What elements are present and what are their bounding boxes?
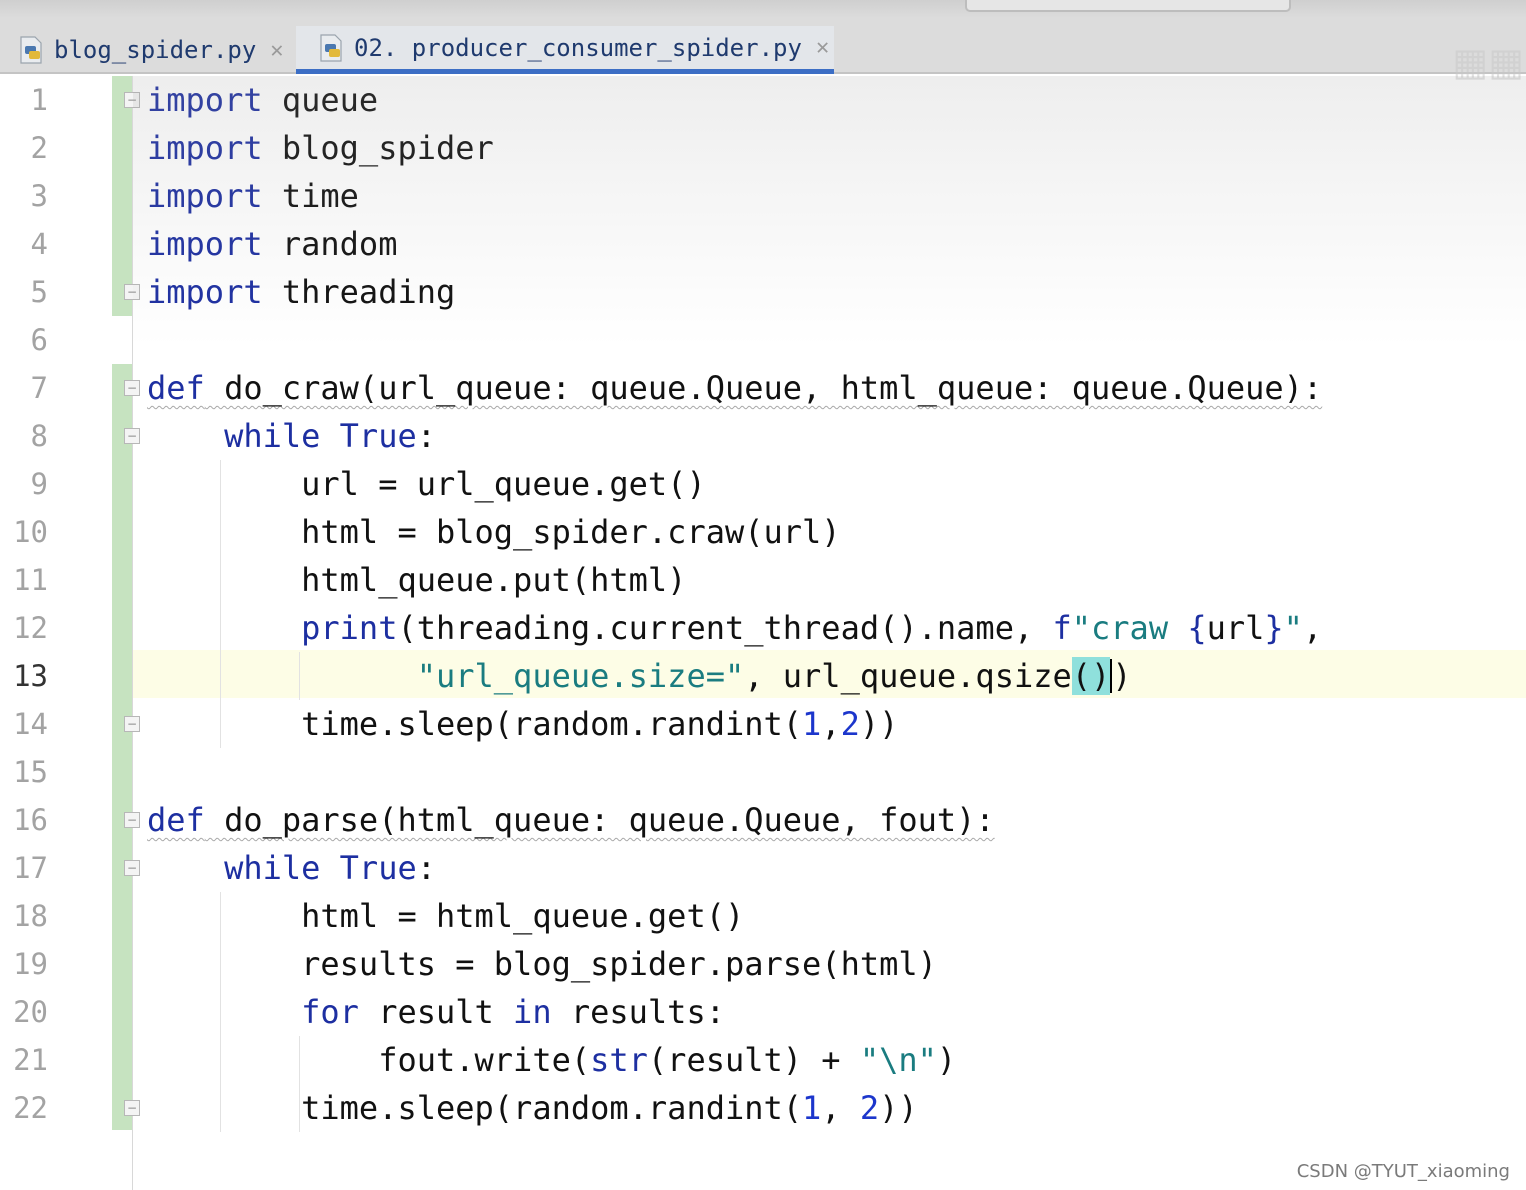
line-number: 9 — [30, 467, 48, 501]
code-line-20[interactable]: for result in results: — [147, 988, 725, 1036]
line-number: 17 — [13, 851, 48, 885]
line-number: 4 — [30, 227, 48, 261]
line-number: 19 — [13, 947, 48, 981]
close-icon[interactable]: ✕ — [270, 38, 283, 63]
fold-marker-icon[interactable]: − — [124, 284, 140, 300]
toolbar-field[interactable] — [965, 0, 1291, 12]
line-number: 2 — [30, 131, 48, 165]
code-line-14[interactable]: time.sleep(random.randint(1,2)) — [147, 700, 898, 748]
python-file-icon — [318, 33, 346, 63]
code-line-3[interactable]: import time — [147, 172, 359, 220]
code-line-17[interactable]: while True: — [147, 844, 436, 892]
code-line-18[interactable]: html = html_queue.get() — [147, 892, 744, 940]
code-line-7[interactable]: def do_craw(url_queue: queue.Queue, html… — [147, 364, 1322, 412]
gutter-divider — [132, 76, 133, 1190]
fold-marker-icon[interactable]: − — [124, 92, 140, 108]
line-number: 10 — [13, 515, 48, 549]
tab-blog-spider[interactable]: blog_spider.py ✕ — [18, 26, 290, 74]
line-number: 6 — [30, 323, 48, 357]
line-number: 18 — [13, 899, 48, 933]
code-line-10[interactable]: html = blog_spider.craw(url) — [147, 508, 840, 556]
line-number: 15 — [13, 755, 48, 789]
text-cursor — [1110, 659, 1113, 693]
line-number: 21 — [13, 1043, 48, 1077]
code-line-4[interactable]: import random — [147, 220, 397, 268]
fold-marker-icon[interactable]: − — [124, 716, 140, 732]
line-number: 22 — [13, 1091, 48, 1125]
code-line-12[interactable]: print(threading.current_thread().name, f… — [147, 604, 1322, 652]
code-line-2[interactable]: import blog_spider — [147, 124, 494, 172]
code-line-8[interactable]: while True: — [147, 412, 436, 460]
fold-marker-icon[interactable]: − — [124, 428, 140, 444]
line-number: 3 — [30, 179, 48, 213]
line-number-gutter: 1 2 3 4 5 6 7 8 9 10 11 12 13 14 15 16 1… — [0, 76, 112, 1190]
line-number: 7 — [30, 371, 48, 405]
code-line-21[interactable]: fout.write(str(result) + "\n") — [147, 1036, 956, 1084]
fold-marker-icon[interactable]: − — [124, 860, 140, 876]
line-number: 16 — [13, 803, 48, 837]
line-number: 11 — [13, 563, 48, 597]
line-number: 8 — [30, 419, 48, 453]
code-line-5[interactable]: import threading — [147, 268, 455, 316]
close-icon[interactable]: ✕ — [816, 35, 829, 60]
code-line-11[interactable]: html_queue.put(html) — [147, 556, 686, 604]
fold-marker-icon[interactable]: − — [124, 1100, 140, 1116]
tab-label: 02. producer_consumer_spider.py — [354, 33, 802, 62]
tab-label: blog_spider.py — [54, 36, 257, 64]
editor-tab-bar: blog_spider.py ✕ 02. producer_consumer_s… — [0, 18, 1526, 84]
vcs-change-marker[interactable] — [112, 76, 133, 316]
line-number: 1 — [30, 83, 48, 117]
line-number-current: 13 — [13, 659, 48, 693]
code-line-22[interactable]: time.sleep(random.randint(1, 2)) — [147, 1084, 918, 1132]
fold-marker-icon[interactable]: − — [124, 380, 140, 396]
line-number: 5 — [30, 275, 48, 309]
python-file-icon — [18, 35, 46, 65]
watermark: CSDN @TYUT_xiaoming — [1296, 1161, 1510, 1182]
top-strip — [0, 0, 1526, 18]
line-number: 20 — [13, 995, 48, 1029]
code-line-16[interactable]: def do_parse(html_queue: queue.Queue, fo… — [147, 796, 995, 844]
vcs-change-marker[interactable] — [112, 364, 133, 1130]
line-number: 12 — [13, 611, 48, 645]
code-line-1[interactable]: import queue — [147, 76, 378, 124]
code-line-9[interactable]: url = url_queue.get() — [147, 460, 706, 508]
code-line-13[interactable]: "url_queue.size=", url_queue.qsize()) — [147, 652, 1132, 700]
code-editor[interactable]: 1 2 3 4 5 6 7 8 9 10 11 12 13 14 15 16 1… — [0, 76, 1526, 1190]
code-line-19[interactable]: results = blog_spider.parse(html) — [147, 940, 937, 988]
tab-producer-consumer-spider[interactable]: 02. producer_consumer_spider.py ✕ — [296, 26, 834, 74]
fold-marker-icon[interactable]: − — [124, 812, 140, 828]
line-number: 14 — [13, 707, 48, 741]
